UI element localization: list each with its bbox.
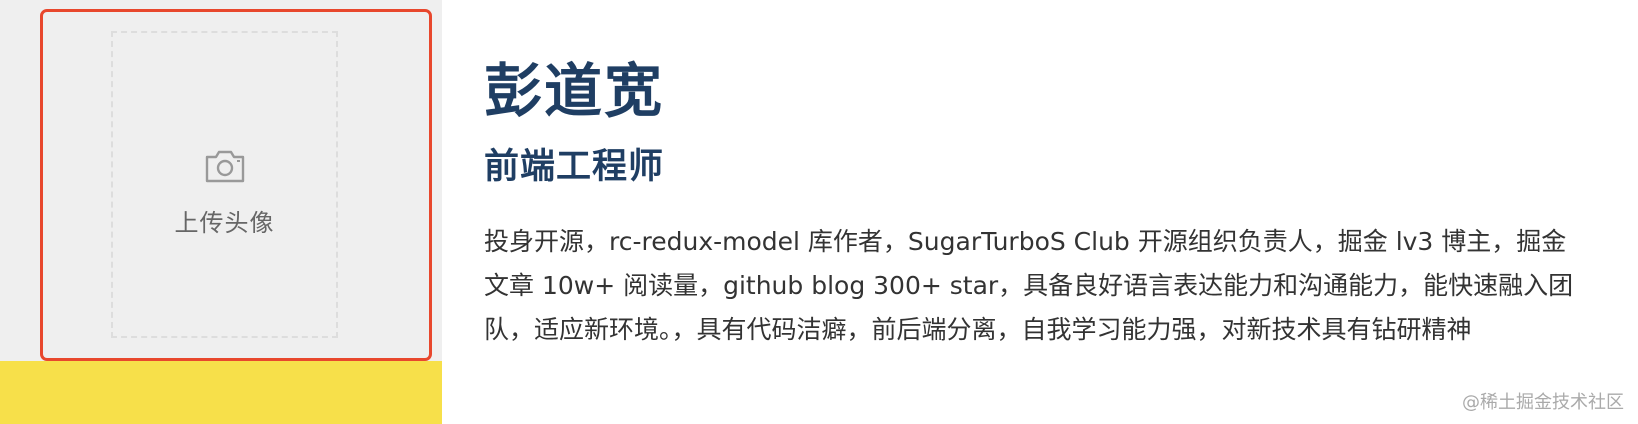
personal-intro: 投身开源，rc-redux-model 库作者，SugarTurboS Club… [484, 227, 1574, 344]
avatar-panel: 上传头像 [0, 0, 442, 424]
upload-avatar-label: 上传头像 [174, 209, 275, 237]
resume-editor-page: 上传头像 彭道宽 前端工程师 投身开源，rc-redux-model 库作者，S… [0, 0, 1638, 424]
candidate-name: 彭道宽 [484, 57, 665, 125]
decorative-yellow-band [0, 361, 442, 424]
avatar-upload-frame[interactable]: 上传头像 [40, 9, 432, 361]
job-title: 前端工程师 [484, 147, 665, 187]
camera-icon [205, 150, 244, 183]
community-watermark: @稀土掘金技术社区 [1462, 392, 1624, 413]
avatar-upload-button[interactable]: 上传头像 [111, 31, 338, 338]
